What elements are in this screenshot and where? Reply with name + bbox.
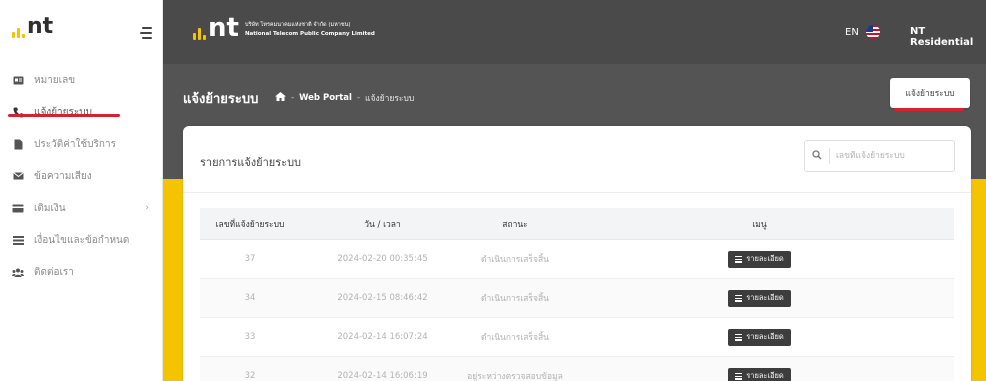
breadcrumb-separator: - [356, 93, 361, 103]
logo-text: nt [27, 14, 54, 39]
sidebar-item-label: ติดต่อเรา [34, 266, 74, 278]
table-header: เลขที่แจ้งย้ายระบบ วัน / เวลา สถานะ เมนู [200, 208, 954, 240]
sidebar-item-system-move[interactable]: แจ้งย้ายระบบ [0, 96, 163, 128]
card-divider [183, 192, 971, 193]
search-input[interactable] [836, 151, 946, 161]
envelope-icon [12, 170, 24, 182]
search-box[interactable] [804, 140, 955, 172]
details-button[interactable]: รายละเอียด [728, 289, 791, 307]
sidebar-item-label: ข้อความเสียง [34, 170, 92, 182]
users-icon [12, 266, 24, 278]
list-icon [12, 234, 24, 246]
sidebar-menu: หมายเลข แจ้งย้ายระบบ ประวัติค่าใช้บริการ… [0, 64, 163, 288]
cell-status: ดำเนินการเสร็จสิ้น [481, 294, 549, 304]
search-divider [829, 148, 830, 164]
nt-logo[interactable]: nt [12, 16, 53, 38]
table-row: 33 2024-02-14 16:07:24 ดำเนินการเสร็จสิ้… [200, 318, 954, 357]
sidebar-item-label: แจ้งย้ายระบบ [34, 106, 92, 118]
cell-status: ดำเนินการเสร็จสิ้น [481, 255, 549, 265]
details-label: รายละเอียด [746, 371, 784, 381]
breadcrumb: - Web Portal - แจ้งย้ายระบบ [275, 91, 414, 105]
details-button[interactable]: รายละเอียด [728, 367, 791, 381]
list-icon [735, 373, 743, 380]
list-icon [735, 334, 743, 341]
chevron-right-icon: › [145, 203, 149, 213]
brand-logo[interactable]: nt บริษัท โทรคมนาคมแห่งชาติ จำกัด (มหาชน… [193, 13, 375, 43]
details-label: รายละเอียด [746, 332, 784, 342]
cell-id: 32 [244, 371, 256, 381]
search-icon[interactable] [805, 149, 829, 163]
sidebar: nt หมายเลข แจ้งย้ายระบบ ประวัติค่าใช้บริ… [0, 0, 163, 381]
us-flag-icon[interactable] [866, 25, 880, 39]
cell-datetime: 2024-02-20 00:35:45 [337, 254, 428, 264]
breadcrumb-current: แจ้งย้ายระบบ [365, 94, 415, 104]
column-header-id[interactable]: เลขที่แจ้งย้ายระบบ [200, 217, 300, 231]
sidebar-item-contact[interactable]: ติดต่อเรา [0, 256, 163, 288]
details-label: รายละเอียด [746, 293, 784, 303]
move-request-table: เลขที่แจ้งย้ายระบบ วัน / เวลา สถานะ เมนู… [200, 208, 954, 381]
sidebar-item-label: เติมเงิน [34, 202, 66, 214]
brand-name-en: National Telecom Public Company Limited [244, 31, 375, 37]
id-card-icon [12, 74, 24, 86]
logo-bars-icon [193, 28, 206, 40]
page-title: แจ้งย้ายระบบ [183, 92, 259, 107]
language-selector[interactable]: EN [845, 27, 859, 38]
button-highlight-underline [894, 108, 964, 111]
sidebar-item-label: เงื่อนไขและข้อกำหนด [34, 234, 130, 246]
yellow-accent-right [971, 179, 986, 381]
sidebar-item-label: ประวัติค่าใช้บริการ [34, 138, 116, 150]
details-label: รายละเอียด [746, 254, 784, 264]
cell-id: 37 [244, 254, 256, 264]
list-icon [735, 256, 743, 263]
details-button[interactable]: รายละเอียด [728, 328, 791, 346]
home-icon[interactable] [275, 92, 286, 104]
yellow-accent-left [163, 179, 183, 381]
cell-datetime: 2024-02-14 16:06:19 [337, 371, 428, 381]
brand-company-name: บริษัท โทรคมนาคมแห่งชาติ จำกัด (มหาชน) N… [245, 22, 375, 40]
cell-status: อยู่ระหว่างตรวจสอบข้อมูล [467, 372, 563, 381]
brand-name-th: บริษัท โทรคมนาคมแห่งชาติ จำกัด (มหาชน) [244, 22, 351, 28]
logo-bars-icon [12, 28, 25, 38]
column-header-status[interactable]: สถานะ [465, 217, 565, 231]
list-icon [735, 295, 743, 302]
brand-nt-text: nt [208, 13, 239, 43]
file-icon [12, 138, 24, 150]
credit-card-icon [12, 202, 24, 214]
cell-menu: รายละเอียด [565, 289, 954, 307]
table-row: 34 2024-02-15 08:46:42 ดำเนินการเสร็จสิ้… [200, 279, 954, 318]
active-item-underline [8, 114, 120, 117]
table-row: 37 2024-02-20 00:35:45 ดำเนินการเสร็จสิ้… [200, 240, 954, 279]
system-move-button[interactable]: แจ้งย้ายระบบ [890, 78, 970, 108]
menu-toggle-icon[interactable] [140, 27, 152, 42]
sidebar-item-billing-history[interactable]: ประวัติค่าใช้บริการ [0, 128, 163, 160]
cell-id: 34 [244, 293, 256, 303]
breadcrumb-web-portal[interactable]: Web Portal [299, 93, 352, 103]
sidebar-item-topup[interactable]: เติมเงิน › [0, 192, 163, 224]
column-header-datetime[interactable]: วัน / เวลา [300, 217, 465, 231]
cell-datetime: 2024-02-15 08:46:42 [337, 293, 428, 303]
top-header: nt บริษัท โทรคมนาคมแห่งชาติ จำกัด (มหาชน… [163, 0, 986, 64]
cell-status: ดำเนินการเสร็จสิ้น [481, 333, 549, 343]
breadcrumb-separator: - [291, 93, 295, 103]
cell-datetime: 2024-02-14 16:07:24 [337, 332, 428, 342]
content-card: รายการแจ้งย้ายระบบ เลขที่แจ้งย้ายระบบ วั… [183, 126, 971, 381]
cell-menu: รายละเอียด [565, 328, 954, 346]
user-name[interactable]: NT Residential [910, 26, 986, 48]
table-row: 32 2024-02-14 16:06:19 อยู่ระหว่างตรวจสอ… [200, 357, 954, 381]
card-title: รายการแจ้งย้ายระบบ [200, 156, 302, 169]
sidebar-item-number[interactable]: หมายเลข [0, 64, 163, 96]
sidebar-item-voice-message[interactable]: ข้อความเสียง [0, 160, 163, 192]
column-header-menu: เมนู [752, 219, 767, 230]
cell-menu: รายละเอียด [565, 367, 954, 381]
details-button[interactable]: รายละเอียด [728, 250, 791, 268]
cell-id: 33 [244, 332, 256, 342]
cell-menu: รายละเอียด [565, 250, 954, 268]
sidebar-item-label: หมายเลข [34, 74, 76, 86]
sidebar-item-terms[interactable]: เงื่อนไขและข้อกำหนด [0, 224, 163, 256]
